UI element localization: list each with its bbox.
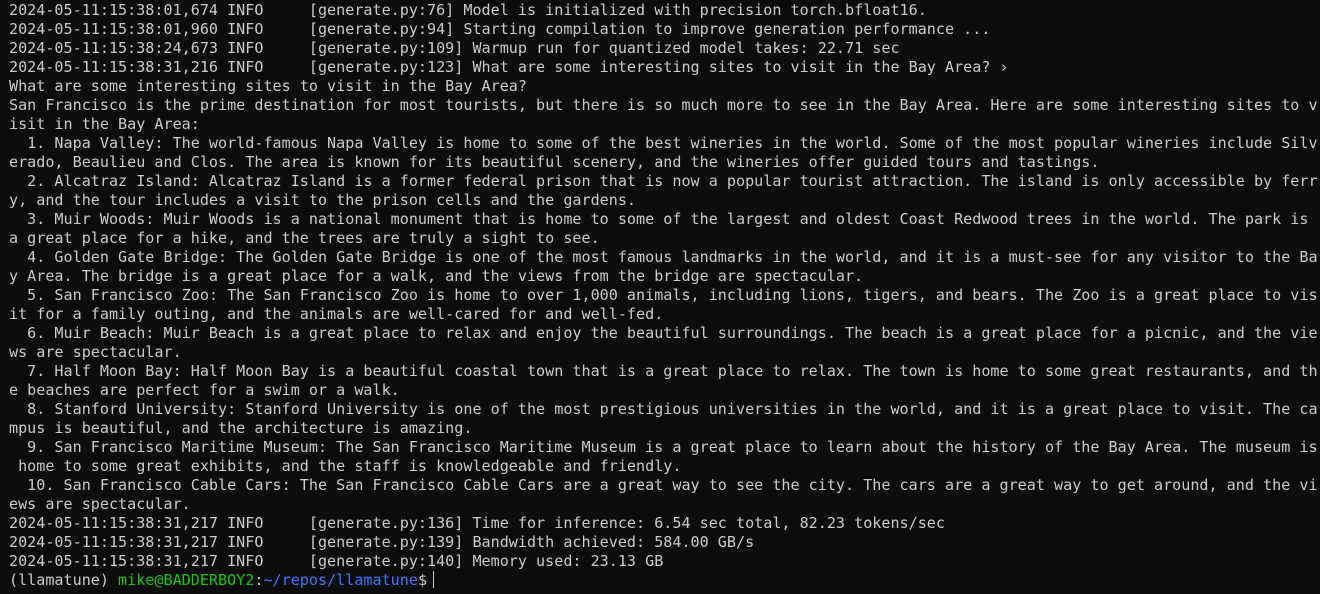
terminal-line: e beaches are perfect for a swim or a wa…: [9, 381, 400, 399]
prompt-user-host: mike@BADDERBOY2: [118, 571, 255, 589]
terminal-line: 4. Golden Gate Bridge: The Golden Gate B…: [9, 248, 1318, 266]
terminal-line: ws are spectacular.: [9, 343, 182, 361]
terminal-line: 9. San Francisco Maritime Museum: The Sa…: [9, 438, 1318, 456]
terminal-line: erado, Beaulieu and Clos. The area is kn…: [9, 153, 1100, 171]
terminal-line: isit in the Bay Area:: [9, 115, 200, 133]
terminal-line: a great place for a hike, and the trees …: [9, 229, 600, 247]
terminal-line: San Francisco is the prime destination f…: [9, 96, 1318, 114]
terminal-line: y Area. The bridge is a great place for …: [9, 267, 864, 285]
terminal-line: y, and the tour includes a visit to the …: [9, 191, 637, 209]
terminal-line: 8. Stanford University: Stanford Univers…: [9, 400, 1318, 418]
terminal-line: 2024-05-11:15:38:31,217 INFO [generate.p…: [9, 533, 755, 551]
terminal-line: home to some great exhibits, and the sta…: [9, 457, 682, 475]
terminal-line: 2. Alcatraz Island: Alcatraz Island is a…: [9, 172, 1318, 190]
text-cursor: [433, 571, 435, 588]
terminal-line: 2024-05-11:15:38:01,674 INFO [generate.p…: [9, 1, 927, 19]
prompt-path: ~/repos/llamatune: [263, 571, 418, 589]
terminal-output: 2024-05-11:15:38:01,674 INFO [generate.p…: [9, 1, 1320, 571]
shell-prompt[interactable]: (llamatune) mike@BADDERBOY2:~/repos/llam…: [9, 571, 1320, 590]
terminal-line: 2024-05-11:15:38:31,217 INFO [generate.p…: [9, 514, 945, 532]
terminal-line: 6. Muir Beach: Muir Beach is a great pla…: [9, 324, 1318, 342]
terminal-line: it for a family outing, and the animals …: [9, 305, 664, 323]
terminal-line: 2024-05-11:15:38:24,673 INFO [generate.p…: [9, 39, 900, 57]
terminal-line: What are some interesting sites to visit…: [9, 77, 527, 95]
terminal-line: 2024-05-11:15:38:31,216 INFO [generate.p…: [9, 58, 1009, 76]
terminal-line: 10. San Francisco Cable Cars: The San Fr…: [9, 476, 1318, 494]
prompt-symbol: $: [417, 571, 428, 589]
terminal-line: 2024-05-11:15:38:01,960 INFO [generate.p…: [9, 20, 991, 38]
terminal-line: mpus is beautiful, and the architecture …: [9, 419, 473, 437]
terminal-line: 3. Muir Woods: Muir Woods is a national …: [9, 210, 1309, 228]
terminal-line: 2024-05-11:15:38:31,217 INFO [generate.p…: [9, 552, 664, 570]
prompt-env: (llamatune): [9, 571, 119, 589]
terminal-window[interactable]: 2024-05-11:15:38:01,674 INFO [generate.p…: [0, 0, 1320, 594]
terminal-line: 1. Napa Valley: The world-famous Napa Va…: [9, 134, 1318, 152]
terminal-line: ews are spectacular.: [9, 495, 191, 513]
terminal-line: 7. Half Moon Bay: Half Moon Bay is a bea…: [9, 362, 1318, 380]
terminal-line: 5. San Francisco Zoo: The San Francisco …: [9, 286, 1318, 304]
